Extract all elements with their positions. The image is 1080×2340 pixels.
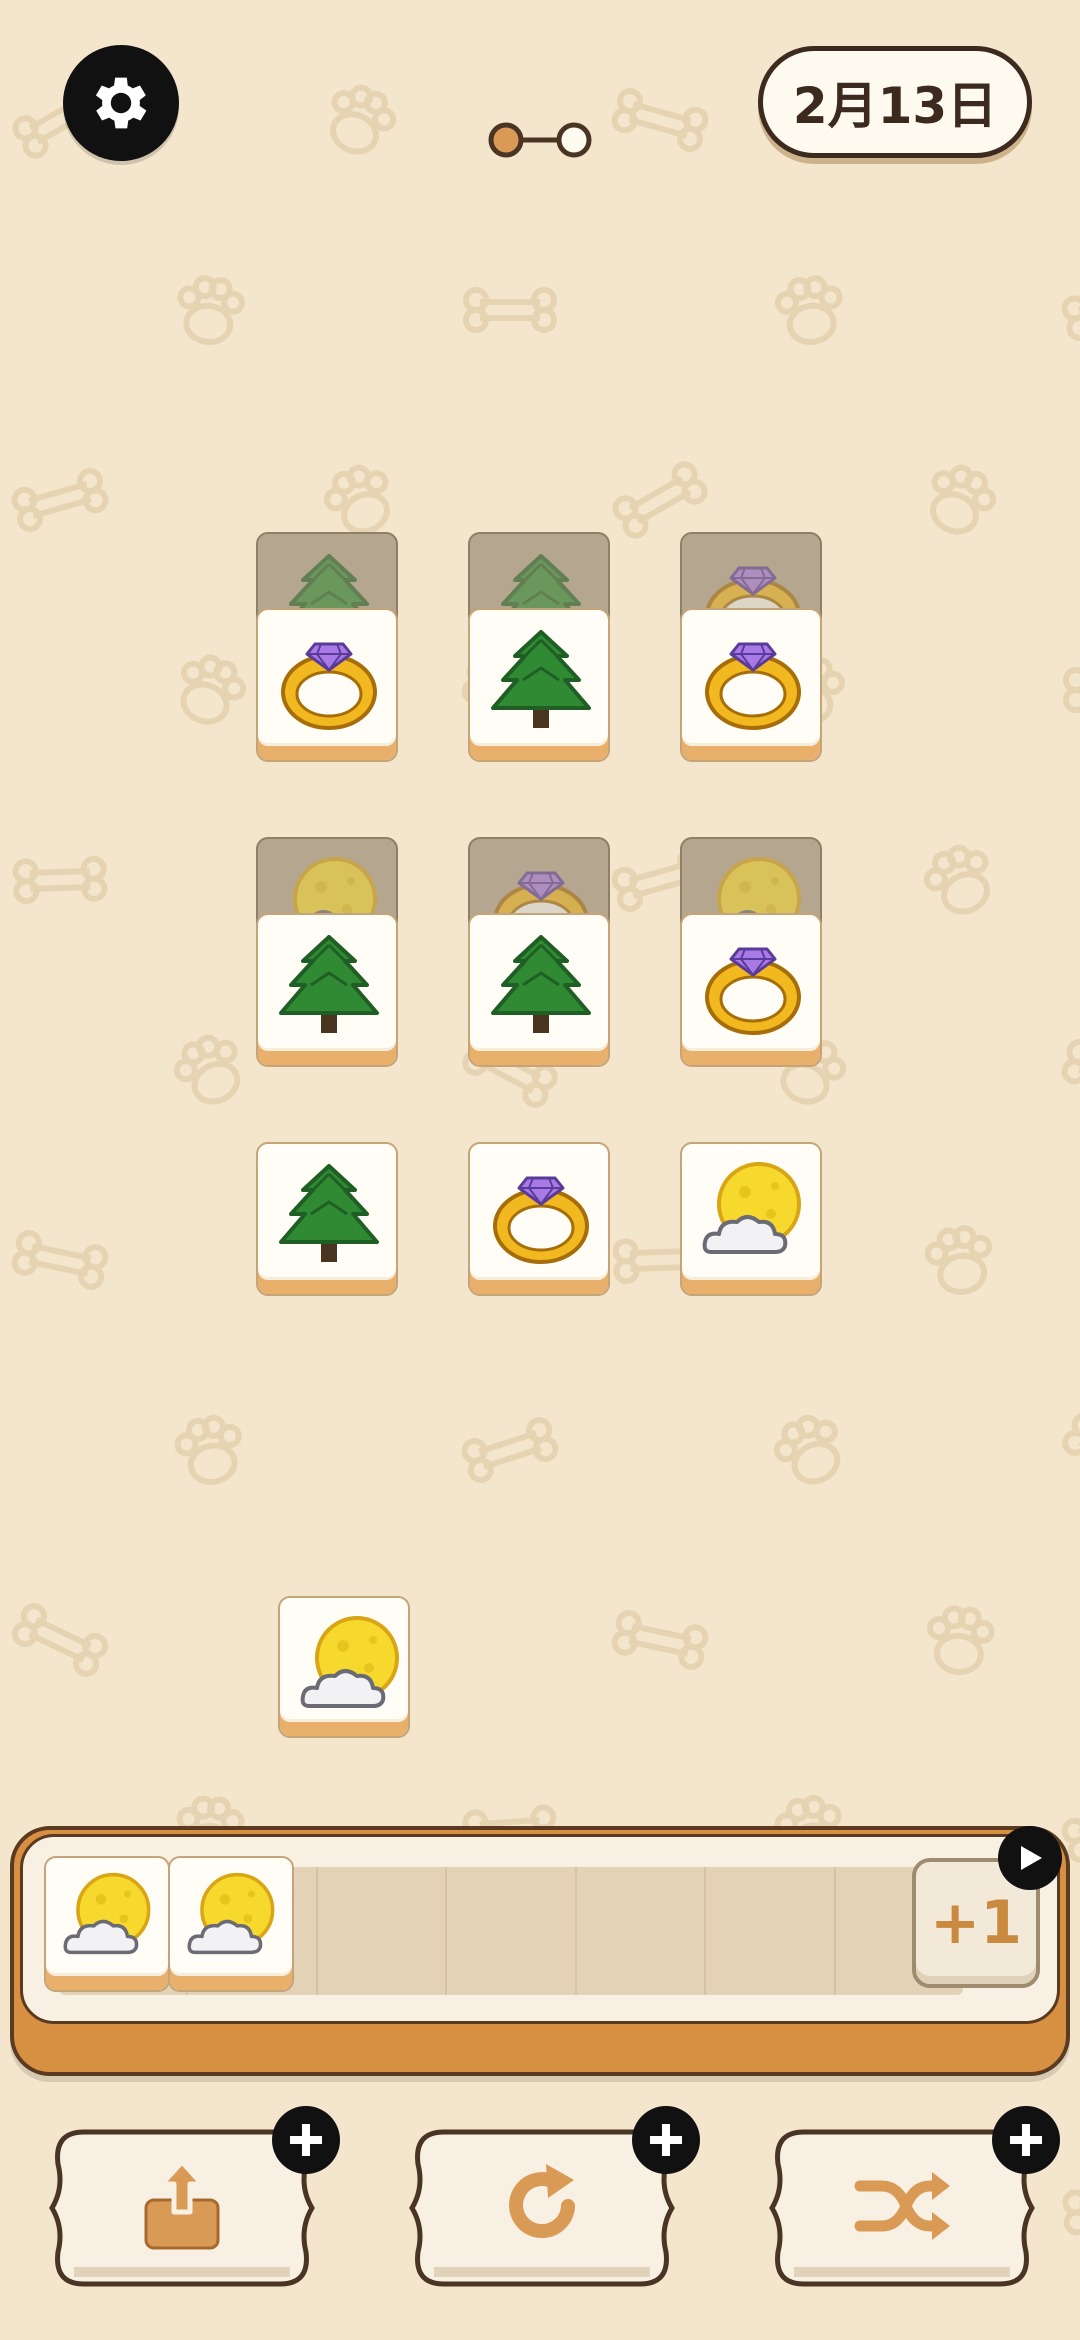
tile-gold-ring[interactable] (680, 913, 822, 1067)
play-icon (1021, 1846, 1042, 1870)
plus-icon (1010, 2124, 1042, 2156)
powerup-icon-wrap (132, 2156, 232, 2256)
shuffle-powerup-button[interactable] (764, 2106, 1060, 2304)
gold-ring-icon (705, 947, 801, 1035)
settings-button[interactable] (63, 45, 179, 161)
tray-slot (447, 1867, 577, 1995)
progress-node-complete (488, 122, 524, 158)
tile-gold-ring[interactable] (468, 1142, 610, 1296)
powerup-icon-wrap (492, 2156, 592, 2256)
tray-slot (706, 1867, 836, 1995)
shuffle-icon (854, 2172, 950, 2240)
tile-pine-tree[interactable] (468, 608, 610, 762)
tray-slot (577, 1867, 707, 1995)
add-powerup-button[interactable] (272, 2106, 340, 2174)
moon-cloud-icon (300, 1616, 399, 1708)
add-powerup-button[interactable] (992, 2106, 1060, 2174)
add-powerup-button[interactable] (632, 2106, 700, 2174)
tile-pine-tree[interactable] (256, 1142, 398, 1296)
pine-tree-icon (279, 1164, 379, 1262)
tile-moon-cloud[interactable] (278, 1596, 410, 1738)
watch-ad-badge[interactable] (998, 1826, 1062, 1890)
undo-tile-powerup-button[interactable] (44, 2106, 340, 2304)
pine-tree-icon (279, 935, 379, 1033)
refresh-icon (509, 2164, 575, 2238)
moon-cloud-icon (63, 1872, 151, 1955)
tile-gold-ring[interactable] (680, 608, 822, 762)
level-progress-indicator (488, 122, 592, 158)
tray-tile-moon-cloud (44, 1856, 170, 1992)
gold-ring-icon (705, 642, 801, 730)
plus-icon (290, 2124, 322, 2156)
pine-tree-icon (491, 630, 591, 728)
tile-pine-tree[interactable] (256, 913, 398, 1067)
gold-ring-icon (281, 642, 377, 730)
tray-slot (318, 1867, 448, 1995)
tile-moon-cloud[interactable] (680, 1142, 822, 1296)
powerup-icon-wrap (852, 2156, 952, 2256)
date-label: 2月13日 (758, 46, 1032, 158)
gear-icon (95, 77, 147, 129)
undo-tile-icon (144, 2159, 220, 2250)
moon-cloud-icon (702, 1162, 801, 1254)
plus-icon (650, 2124, 682, 2156)
tile-pine-tree[interactable] (468, 913, 610, 1067)
progress-node-pending (556, 122, 592, 158)
refresh-powerup-button[interactable] (404, 2106, 700, 2304)
moon-cloud-icon (187, 1872, 275, 1955)
pine-tree-icon (491, 935, 591, 1033)
gold-ring-icon (493, 1176, 589, 1264)
tray-tile-moon-cloud (168, 1856, 294, 1992)
tile-gold-ring[interactable] (256, 608, 398, 762)
